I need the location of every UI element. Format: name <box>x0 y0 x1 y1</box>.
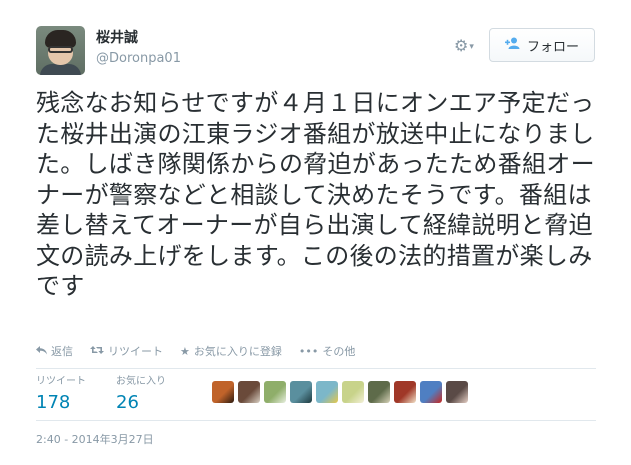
retweet-count[interactable]: リツイート 178 <box>36 375 116 414</box>
tweet-timestamp[interactable]: 2:40 - 2014年3月27日 <box>36 431 154 447</box>
favorite-count-label: お気に入り <box>116 376 166 387</box>
favoriter-avatar[interactable] <box>212 381 234 403</box>
favoriter-avatar[interactable] <box>316 381 338 403</box>
more-dots-icon: ••• <box>298 344 319 358</box>
tweet-text: 残念なお知らせですが４月１日にオンエア予定だった桜井出演の江東ラジオ番組が放送中… <box>36 89 595 300</box>
more-label: その他 <box>322 345 356 358</box>
favoriter-avatar[interactable] <box>394 381 416 403</box>
favoriter-avatar[interactable] <box>420 381 442 403</box>
gear-icon: ⚙ <box>454 36 469 55</box>
follow-button[interactable]: フォロー <box>489 28 595 62</box>
favoriter-avatar[interactable] <box>290 381 312 403</box>
favoriter-avatar[interactable] <box>264 381 286 403</box>
reply-icon <box>36 345 47 358</box>
favoriter-avatar[interactable] <box>342 381 364 403</box>
tweet-actions: 返信 リツイート ★ お気に入りに登録 ••• その他 <box>36 342 355 360</box>
favoriter-avatar[interactable] <box>446 381 468 403</box>
tweet-header: 桜井誠 @Doronpa01 ⚙▾ フォロー <box>36 26 596 76</box>
user-actions-dropdown[interactable]: ⚙▾ <box>454 36 480 56</box>
chevron-down-icon: ▾ <box>469 41 474 52</box>
retweet-icon <box>90 345 104 358</box>
favorite-action[interactable]: ★ お気に入りに登録 <box>180 343 282 359</box>
user-names: 桜井誠 @Doronpa01 <box>96 29 181 68</box>
favorite-count-value: 26 <box>116 392 139 413</box>
more-action[interactable]: ••• その他 <box>299 343 355 359</box>
retweet-count-value: 178 <box>36 392 71 413</box>
reply-action[interactable]: 返信 <box>36 343 73 359</box>
username[interactable]: @Doronpa01 <box>96 50 181 68</box>
favoriter-avatar[interactable] <box>368 381 390 403</box>
favorite-label: お気に入りに登録 <box>193 345 282 358</box>
display-name[interactable]: 桜井誠 <box>96 29 181 47</box>
divider <box>36 368 596 369</box>
retweet-action[interactable]: リツイート <box>90 343 163 359</box>
star-icon: ★ <box>180 344 190 358</box>
tweet-stats: リツイート 178 お気に入り 26 <box>36 375 196 414</box>
reply-label: 返信 <box>51 345 73 358</box>
favorite-count[interactable]: お気に入り 26 <box>116 375 196 414</box>
divider <box>36 420 596 421</box>
retweet-count-label: リツイート <box>36 376 86 387</box>
retweet-label: リツイート <box>108 345 163 358</box>
follow-label: フォロー <box>526 39 579 55</box>
favoriter-avatars <box>212 381 468 403</box>
favoriter-avatar[interactable] <box>238 381 260 403</box>
add-user-icon <box>504 37 521 53</box>
avatar[interactable] <box>36 26 85 75</box>
